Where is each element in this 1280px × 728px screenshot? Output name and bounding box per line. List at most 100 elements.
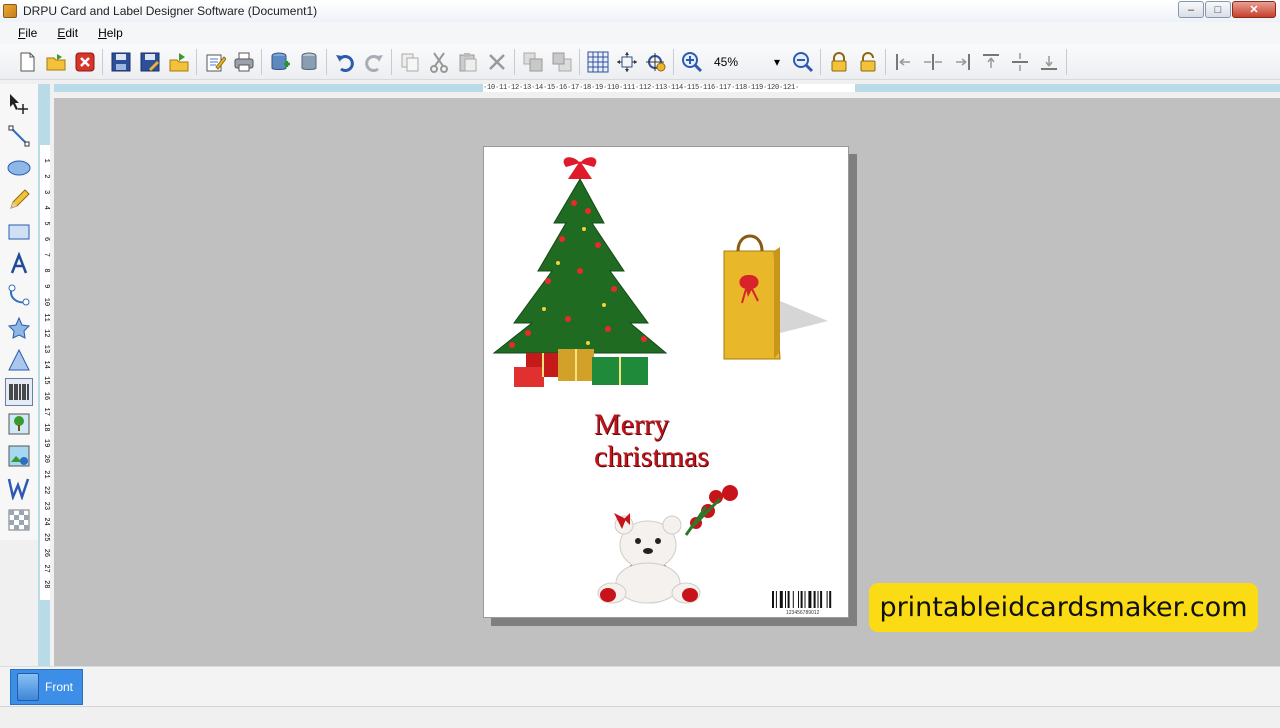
gift-bag-image[interactable]	[720, 231, 832, 361]
align-right-icon	[955, 53, 970, 70]
zoom-out-button[interactable]	[788, 47, 817, 77]
text-tool[interactable]	[5, 250, 33, 278]
minimize-button[interactable]: –	[1178, 1, 1204, 18]
center-icon	[645, 52, 665, 71]
unlock-button[interactable]	[853, 47, 882, 77]
pencil-tool[interactable]	[5, 186, 33, 214]
maximize-button[interactable]: □	[1205, 1, 1231, 18]
barcode-bar	[808, 591, 812, 608]
align-top-icon	[982, 53, 999, 68]
zoom-in-icon	[681, 51, 702, 72]
wordart-icon	[7, 478, 30, 500]
bring-front-button[interactable]	[518, 47, 547, 77]
tab-front[interactable]: Front	[10, 669, 83, 705]
wordart-tool[interactable]	[5, 474, 33, 502]
line-tool-icon	[8, 125, 30, 147]
rectangle-tool[interactable]	[5, 218, 33, 246]
triangle-tool[interactable]	[5, 346, 33, 374]
paste-button[interactable]	[453, 47, 482, 77]
copy-icon	[401, 53, 418, 71]
ruler-number: 7	[42, 253, 50, 257]
pencil-tool-icon	[10, 189, 30, 209]
ruler-number: 2	[42, 174, 50, 178]
lock-button[interactable]	[824, 47, 853, 77]
triangle-tool-icon	[8, 348, 30, 371]
ruler-number: 8	[42, 268, 50, 272]
barcode-bar	[785, 591, 786, 608]
align-left-button[interactable]	[889, 47, 918, 77]
zoom-in-button[interactable]	[677, 47, 706, 77]
save-as-icon	[140, 52, 159, 71]
ruler-number: 13	[42, 345, 50, 353]
align-bottom-icon	[1040, 55, 1057, 70]
ruler-number: 19	[42, 439, 50, 447]
database-button[interactable]	[294, 47, 323, 77]
menu-file[interactable]: File	[12, 24, 43, 42]
vertical-ruler: 1234567891011121314151617181920212223242…	[40, 145, 50, 600]
ellipse-tool[interactable]	[5, 154, 33, 182]
close-button[interactable]: ✕	[1232, 1, 1276, 18]
menu-help[interactable]: Help	[92, 24, 129, 42]
save-as-button[interactable]	[135, 47, 164, 77]
fit-button[interactable]	[612, 47, 641, 77]
christmas-tree-image[interactable]	[488, 153, 670, 395]
ruler-number: 18	[42, 423, 50, 431]
align-top-button[interactable]	[976, 47, 1005, 77]
barcode-bar	[779, 591, 783, 608]
barcode-bar	[772, 591, 774, 608]
toolbar: 45% ▾	[0, 44, 1280, 80]
align-middle-icon	[1011, 52, 1028, 71]
text-tool-icon	[10, 252, 28, 274]
export-button[interactable]	[164, 47, 193, 77]
send-back-button[interactable]	[547, 47, 576, 77]
properties-button[interactable]	[200, 47, 229, 77]
center-button[interactable]	[641, 47, 670, 77]
picture-tool[interactable]	[5, 410, 33, 438]
align-bottom-button[interactable]	[1034, 47, 1063, 77]
menu-bar: File Edit Help	[0, 22, 1280, 44]
open-button[interactable]	[41, 47, 70, 77]
greeting-text[interactable]: Merry christmas	[594, 409, 709, 473]
toolbar-separator	[1066, 48, 1067, 75]
align-center-button[interactable]	[918, 47, 947, 77]
align-middle-button[interactable]	[1005, 47, 1034, 77]
align-right-button[interactable]	[947, 47, 976, 77]
page-tab-bar: Front	[0, 666, 1280, 706]
align-center-icon	[923, 53, 942, 70]
curve-tool[interactable]	[5, 282, 33, 310]
redo-button[interactable]	[359, 47, 388, 77]
star-tool-icon	[7, 316, 31, 339]
redo-icon	[364, 54, 383, 72]
ruler-number: 1	[42, 159, 50, 163]
delete-icon	[488, 53, 505, 70]
database-add-button[interactable]	[265, 47, 294, 77]
background-tool[interactable]	[5, 506, 33, 534]
pointer-tool-icon	[10, 94, 28, 114]
close-document-button[interactable]	[70, 47, 99, 77]
star-tool[interactable]	[5, 314, 33, 342]
copy-button[interactable]	[395, 47, 424, 77]
fit-icon	[616, 51, 637, 72]
cut-button[interactable]	[424, 47, 453, 77]
barcode-bar	[792, 591, 794, 608]
grid-button[interactable]	[583, 47, 612, 77]
ruler-number: 27	[42, 564, 50, 572]
ruler-number: 6	[42, 237, 50, 241]
teddy-bear-image[interactable]	[590, 483, 760, 607]
ruler-number: 16	[42, 392, 50, 400]
lock-icon	[831, 51, 846, 71]
barcode-bar	[775, 591, 777, 608]
new-button[interactable]	[12, 47, 41, 77]
barcode-tool[interactable]	[5, 378, 33, 406]
print-button[interactable]	[229, 47, 258, 77]
card-page[interactable]: Merry christmas 123456789012	[483, 146, 849, 618]
zoom-select[interactable]: 45% ▾	[710, 51, 784, 73]
properties-icon	[206, 54, 226, 71]
line-tool[interactable]	[5, 122, 33, 150]
save-button[interactable]	[106, 47, 135, 77]
delete-button[interactable]	[482, 47, 511, 77]
undo-button[interactable]	[330, 47, 359, 77]
pointer-tool[interactable]	[5, 90, 33, 118]
menu-edit[interactable]: Edit	[51, 24, 84, 42]
image-library-tool[interactable]	[5, 442, 33, 470]
